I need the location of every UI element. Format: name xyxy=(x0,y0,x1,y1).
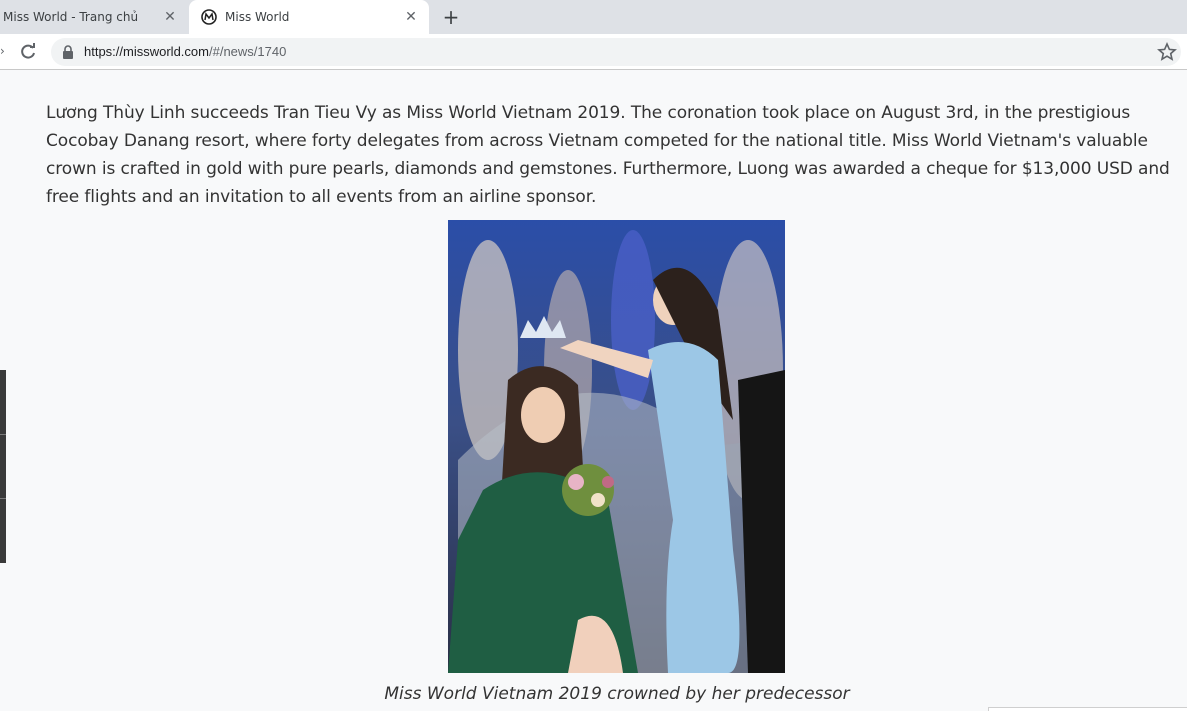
close-icon[interactable]: ✕ xyxy=(162,9,178,25)
miss-world-logo-icon xyxy=(201,9,217,25)
address-bar[interactable]: https://missworld.com/#/news/1740 xyxy=(51,38,1181,66)
coronation-photo-illustration xyxy=(448,220,785,673)
url-text[interactable]: https://missworld.com/#/news/1740 xyxy=(84,44,286,59)
image-caption: Miss World Vietnam 2019 crowned by her p… xyxy=(384,684,850,704)
new-tab-button[interactable]: + xyxy=(440,6,462,28)
page-content: Lương Thùy Linh succeeds Tran Tieu Vy as… xyxy=(0,71,1187,711)
article-paragraph: Lương Thùy Linh succeeds Tran Tieu Vy as… xyxy=(46,103,1170,207)
widget-divider xyxy=(0,498,6,499)
close-icon[interactable]: ✕ xyxy=(403,9,419,25)
widget-divider xyxy=(0,434,6,435)
coronation-photo xyxy=(448,220,785,673)
tab-title: Miss World - Trang chủ xyxy=(3,10,139,24)
url-path: /#/news/1740 xyxy=(208,44,287,59)
bookmark-star-icon[interactable] xyxy=(1157,42,1177,62)
corner-popup[interactable] xyxy=(988,707,1187,711)
side-share-widget[interactable] xyxy=(0,370,6,563)
lock-icon[interactable] xyxy=(62,45,74,59)
tab-miss-world-news[interactable]: Miss World ✕ xyxy=(189,0,429,34)
reload-icon[interactable] xyxy=(18,42,38,62)
browser-toolbar: › https://missworld.com/#/news/1740 xyxy=(0,34,1187,70)
tab-title: Miss World xyxy=(225,10,290,24)
tab-strip: Miss World - Trang chủ ✕ Miss World ✕ + xyxy=(0,0,1187,34)
tab-miss-world-home[interactable]: Miss World - Trang chủ ✕ xyxy=(0,0,188,34)
forward-icon[interactable]: › xyxy=(0,44,5,58)
url-host: https://missworld.com xyxy=(84,44,209,59)
